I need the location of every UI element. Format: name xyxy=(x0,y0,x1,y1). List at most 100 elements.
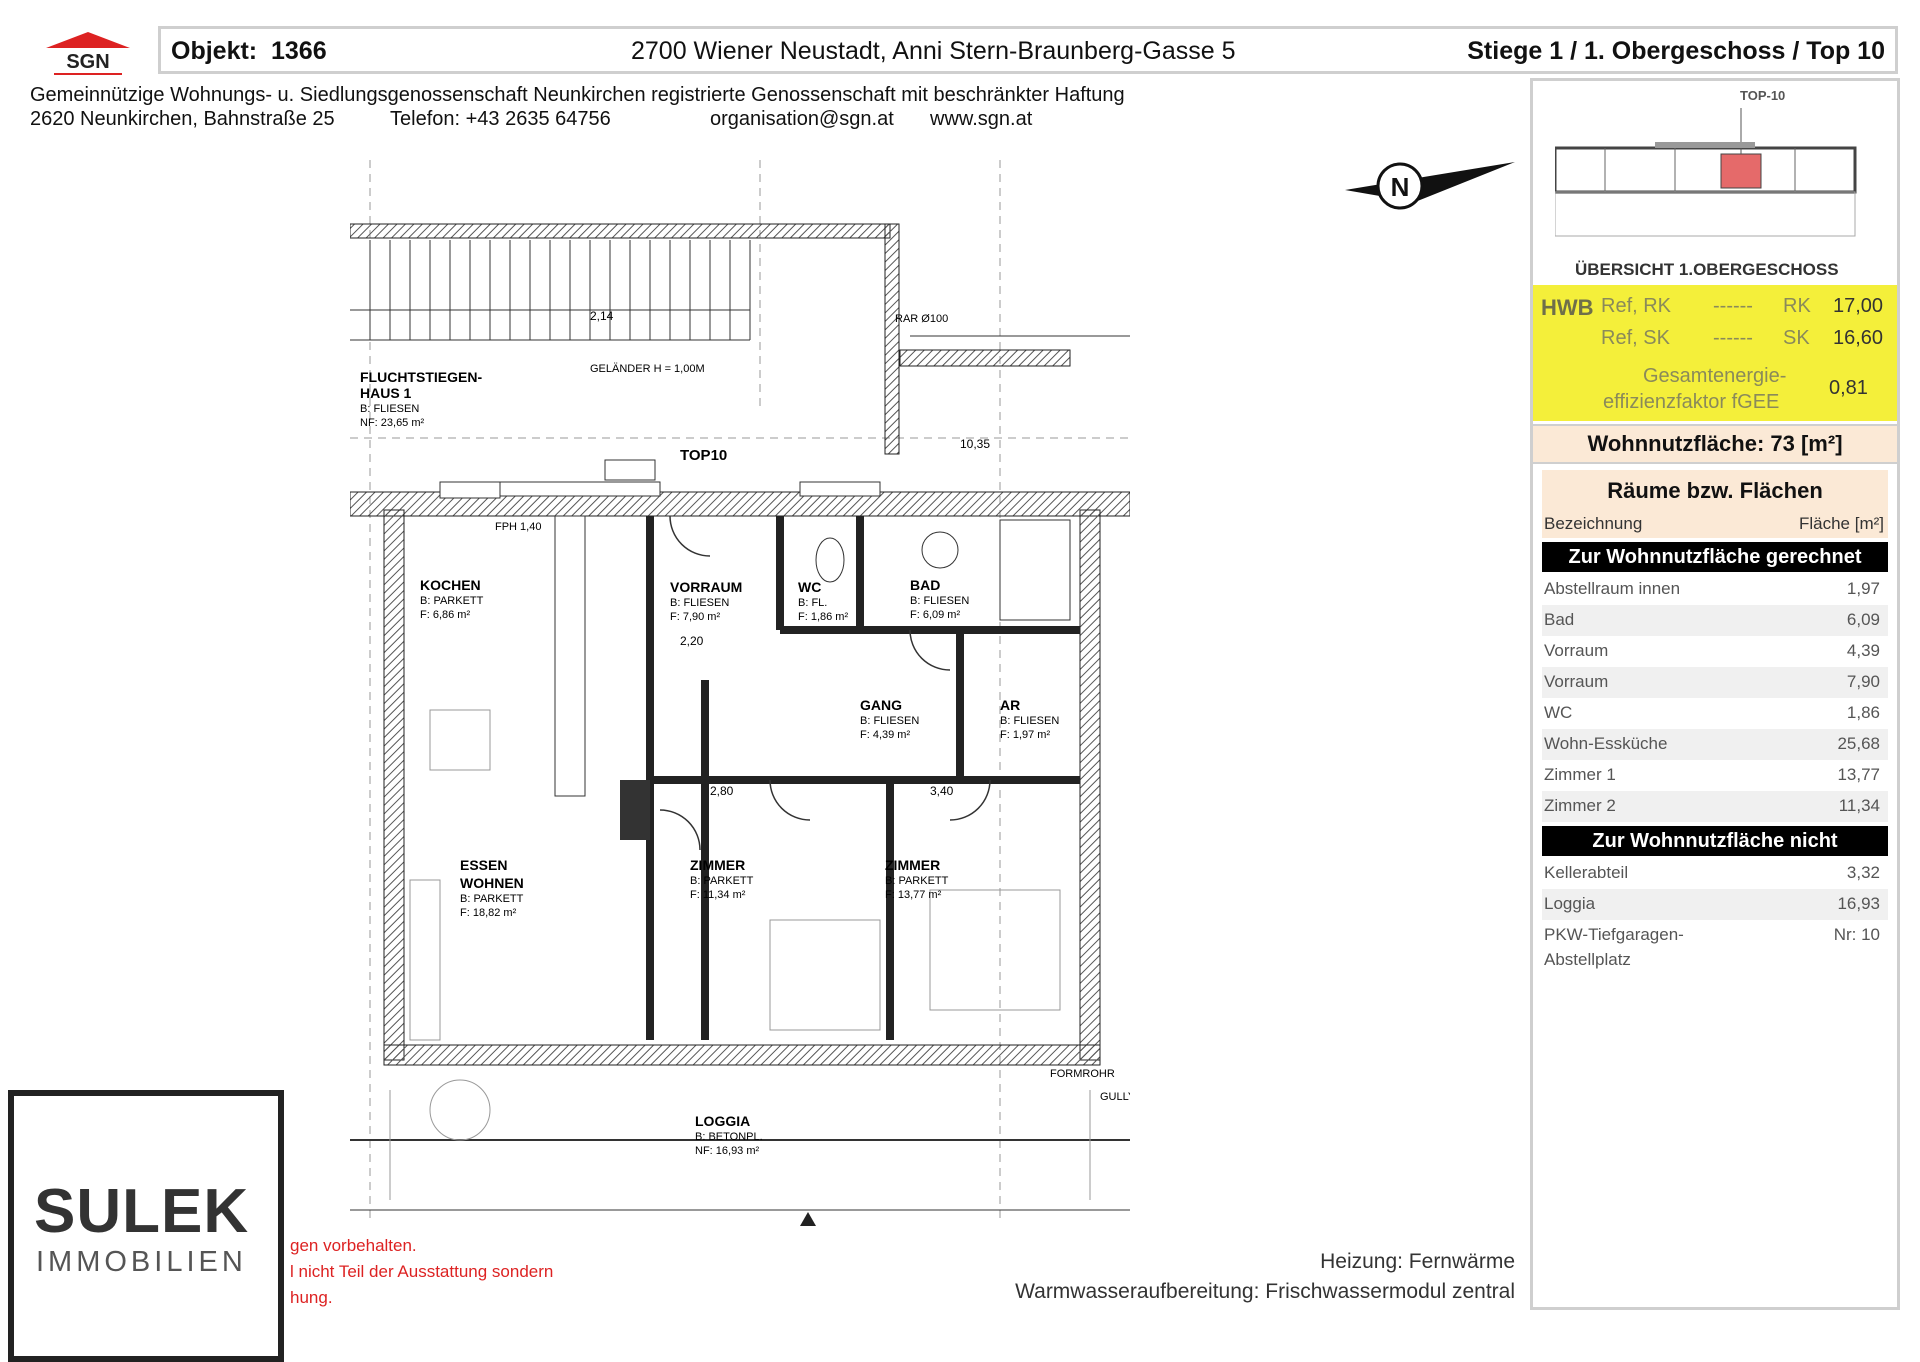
object-address: 2700 Wiener Neustadt, Anni Stern-Braunbe… xyxy=(631,37,1236,65)
dim-label: 2,80 xyxy=(710,784,734,798)
floor-overview: TOP-10 ÜBERSICHT 1.OBERGESCHOSS xyxy=(1555,88,1875,279)
room-ar: AR B: FLIESEN F: 1,97 m² xyxy=(1000,697,1059,741)
org-address: 2620 Neunkirchen, Bahnstraße 25 xyxy=(30,108,335,130)
svg-text:F: 1,97 m²: F: 1,97 m² xyxy=(1000,729,1050,741)
unit-label-plan: TOP10 xyxy=(680,447,727,464)
svg-text:ESSEN: ESSEN xyxy=(460,857,507,873)
svg-text:F: 6,86 m²: F: 6,86 m² xyxy=(420,609,470,621)
svg-text:BAD: BAD xyxy=(910,577,940,593)
col-area: Fläche [m²] xyxy=(1798,514,1884,533)
svg-text:B: FLIESEN: B: FLIESEN xyxy=(910,595,969,607)
room-loggia: LOGGIA B: BETONPL. NF: 16,93 m² xyxy=(695,1113,763,1157)
room-vorraum: VORRAUM B: FLIESEN F: 7,90 m² xyxy=(670,579,742,623)
hwb-sk: SK xyxy=(1783,327,1810,349)
svg-text:B: FLIESEN: B: FLIESEN xyxy=(860,715,919,727)
sulek-logo: SULEK IMMOBILIEN xyxy=(8,1090,284,1362)
svg-text:F: 7,90 m²: F: 7,90 m² xyxy=(670,611,720,623)
table-row: Wohn-Essküche 25,68 xyxy=(1542,729,1888,760)
svg-text:B: FL.: B: FL. xyxy=(798,597,827,609)
svg-text:WC: WC xyxy=(798,579,821,595)
stair-area: NF: 23,65 m² xyxy=(360,417,425,429)
stair-floor: B: FLIESEN xyxy=(360,403,419,415)
svg-text:F: 6,09 m²: F: 6,09 m² xyxy=(910,609,960,621)
table-row: Vorraum 4,39 xyxy=(1544,641,1880,660)
unit-location: Stiege 1 / 1. Obergeschoss / Top 10 xyxy=(1467,37,1885,65)
rooms-header: Bezeichnung Fläche [m²] xyxy=(1542,510,1888,538)
svg-text:LOGGIA: LOGGIA xyxy=(695,1113,750,1129)
hwb-energy-box: HWB Ref, RK ------ RK 17,00 Ref, SK ----… xyxy=(1533,285,1897,421)
svg-text:B: FLIESEN: B: FLIESEN xyxy=(1000,715,1059,727)
svg-text:NF: 16,93 m²: NF: 16,93 m² xyxy=(695,1145,760,1157)
rar-note: RAR Ø100 xyxy=(895,313,948,325)
heating-info: Heizung: Fernwärme xyxy=(1320,1250,1515,1273)
brand-name: SULEK xyxy=(34,1177,250,1246)
rooms-table: Räume bzw. Flächen Bezeichnung Fläche [m… xyxy=(1542,470,1888,970)
svg-text:F: 18,82 m²: F: 18,82 m² xyxy=(460,907,517,919)
formrohr-note: FORMROHR xyxy=(1050,1068,1115,1080)
sgn-logo: SGN xyxy=(38,30,138,80)
rooms-title: Räume bzw. Flächen xyxy=(1542,470,1888,510)
org-website[interactable]: www.sgn.at xyxy=(930,108,1032,131)
svg-text:F: 11,34 m²: F: 11,34 m² xyxy=(690,889,746,901)
org-email[interactable]: organisation@sgn.at xyxy=(710,108,894,131)
stair-label-2: HAUS 1 xyxy=(360,385,412,401)
svg-text:B: PARKETT: B: PARKETT xyxy=(420,595,484,607)
room-kochen: KOCHEN B: PARKETT F: 6,86 m² xyxy=(420,577,484,621)
col-name: Bezeichnung xyxy=(1544,514,1643,533)
table-row: Loggia 16,93 xyxy=(1542,889,1888,920)
table-row: Vorraum 7,90 xyxy=(1542,667,1888,698)
svg-text:ZIMMER: ZIMMER xyxy=(690,857,745,873)
svg-text:B: PARKETT: B: PARKETT xyxy=(460,893,524,905)
disclaimer-line: gen vorbehalten. xyxy=(290,1236,417,1255)
hwb-ref-rk: Ref, RK xyxy=(1601,295,1672,317)
section-not-counted: Zur Wohnnutzfläche nicht gerechnet xyxy=(1542,826,1888,882)
room-gang: GANG B: FLIESEN F: 4,39 m² xyxy=(860,697,919,741)
svg-text:AR: AR xyxy=(1000,697,1020,713)
svg-text:B: PARKETT: B: PARKETT xyxy=(690,875,754,887)
room-bad: BAD B: FLIESEN F: 6,09 m² xyxy=(910,577,969,621)
stair-label-1: FLUCHTSTIEGEN- xyxy=(360,369,482,385)
header-bar: Objekt: 1366 2700 Wiener Neustadt, Anni … xyxy=(158,26,1898,74)
north-arrow-icon: N xyxy=(1345,150,1525,235)
table-row: Zimmer 1 13,77 xyxy=(1544,765,1880,784)
svg-text:B: BETONPL.: B: BETONPL. xyxy=(695,1131,763,1143)
gully-note: GULLY xyxy=(1100,1091,1130,1103)
room-wc: WC B: FL. F: 1,86 m² xyxy=(798,579,848,623)
room-essen-wohnen: ESSEN WOHNEN B: PARKETT F: 18,82 m² xyxy=(460,857,524,919)
water-info: Warmwasseraufbereitung: Frischwassermodu… xyxy=(1015,1280,1515,1303)
svg-text:KOCHEN: KOCHEN xyxy=(420,577,481,593)
table-row: PKW-Tiefgaragen- Abstellplatz Nr: 10 xyxy=(1544,925,1880,969)
svg-text:ZIMMER: ZIMMER xyxy=(885,857,940,873)
svg-text:VORRAUM: VORRAUM xyxy=(670,579,742,595)
svg-text:N: N xyxy=(1391,172,1410,202)
org-name: Gemeinnützige Wohnungs- u. Siedlungsgeno… xyxy=(30,84,1125,106)
hwb-dash: ------ xyxy=(1713,327,1753,349)
svg-text:F: 13,77 m²: F: 13,77 m² xyxy=(885,889,942,901)
dim-label: 3,40 xyxy=(930,784,954,798)
fgee-label: effizienzfaktor fGEE xyxy=(1603,391,1780,413)
table-row: Kellerabteil 3,32 xyxy=(1544,863,1880,882)
svg-text:F: 1,86 m²: F: 1,86 m² xyxy=(798,611,848,623)
table-row: Zimmer 2 11,34 xyxy=(1542,791,1888,822)
overview-top-label: TOP-10 xyxy=(1740,88,1786,103)
table-row: WC 1,86 xyxy=(1544,703,1880,722)
room-zimmer-2: ZIMMER B: PARKETT F: 11,34 m² xyxy=(690,857,754,901)
objekt-number: 1366 xyxy=(271,37,327,65)
room-zimmer-1: ZIMMER B: PARKETT F: 13,77 m² xyxy=(885,857,949,901)
disclaimer-line: l nicht Teil der Ausstattung sondern xyxy=(290,1262,554,1281)
dim-label: 2,20 xyxy=(680,634,704,648)
hwb-rk-value: 17,00 xyxy=(1833,295,1884,317)
hwb-rk: RK xyxy=(1783,295,1811,317)
fgee-value: 0,81 xyxy=(1829,377,1868,399)
org-phone: Telefon: +43 2635 64756 xyxy=(390,108,611,130)
svg-text:B: PARKETT: B: PARKETT xyxy=(885,875,949,887)
overview-title: ÜBERSICHT 1.OBERGESCHOSS xyxy=(1575,260,1839,279)
railing-note: GELÄNDER H = 1,00M xyxy=(590,363,705,375)
hwb-ref-sk: Ref, SK xyxy=(1601,327,1670,349)
hwb-label: HWB xyxy=(1541,295,1594,320)
dim-label: 10,35 xyxy=(960,437,990,451)
svg-text:WOHNEN: WOHNEN xyxy=(460,875,524,891)
objekt-label: Objekt: xyxy=(171,37,258,65)
logo-text: SGN xyxy=(66,51,109,73)
hwb-dash: ------ xyxy=(1713,295,1753,317)
